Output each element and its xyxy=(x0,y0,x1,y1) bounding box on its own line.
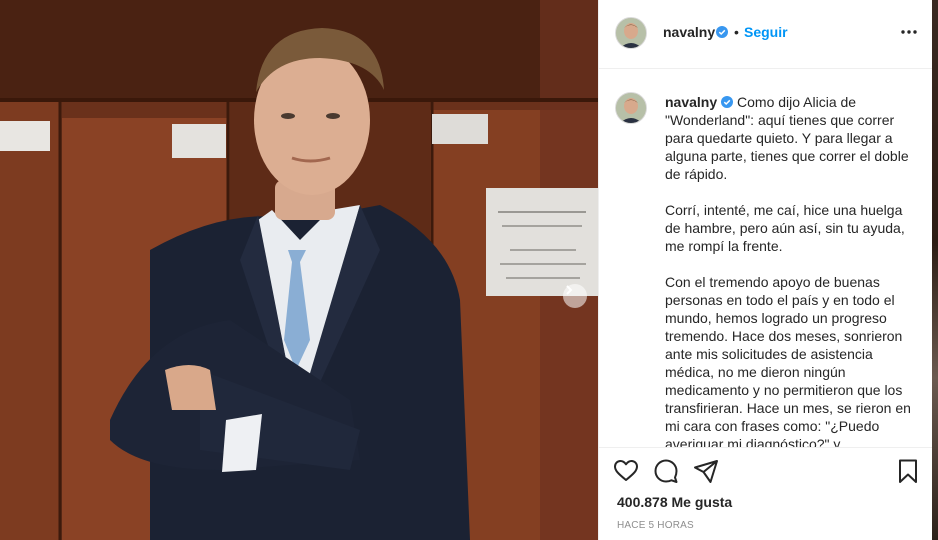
post-header: navalny • Seguir xyxy=(599,0,933,69)
profile-photo xyxy=(616,18,646,48)
heart-icon[interactable] xyxy=(613,458,639,484)
post-photo-illustration xyxy=(0,0,598,540)
separator: • xyxy=(734,24,739,40)
caption-text: navalny Como dijo Alicia de "Wonderland"… xyxy=(665,93,911,447)
background-edge xyxy=(932,0,938,540)
post-timestamp[interactable]: HACE 5 HORAS xyxy=(617,520,694,531)
caption-paragraph: navalny Como dijo Alicia de "Wonderland"… xyxy=(665,93,911,183)
caption-avatar[interactable] xyxy=(615,92,647,124)
caption-area[interactable]: navalny Como dijo Alicia de "Wonderland"… xyxy=(599,69,933,447)
chevron-right-icon xyxy=(566,285,573,295)
bookmark-icon[interactable] xyxy=(895,458,921,484)
post-actions: 400.878 Me gusta HACE 5 HORAS xyxy=(599,447,933,540)
username-link[interactable]: navalny xyxy=(663,24,715,40)
paper-plane-icon[interactable] xyxy=(693,458,719,484)
caption-paragraph-2: Corrí, intenté, me caí, hice una huelga … xyxy=(665,202,905,254)
caption-paragraph-3: Con el tremendo apoyo de buenas personas… xyxy=(665,274,911,447)
avatar[interactable] xyxy=(615,17,647,49)
follow-button[interactable]: Seguir xyxy=(744,24,788,40)
verified-badge-icon xyxy=(721,96,734,108)
caption-username[interactable]: navalny xyxy=(665,94,717,110)
profile-photo xyxy=(616,93,646,123)
verified-badge-icon xyxy=(716,26,728,38)
comment-icon[interactable] xyxy=(653,458,679,484)
post-photo[interactable] xyxy=(0,0,598,540)
next-photo-button[interactable] xyxy=(563,284,587,308)
likes-count[interactable]: 400.878 Me gusta xyxy=(617,494,732,510)
more-options-icon[interactable] xyxy=(899,22,919,42)
post-sidebar: navalny • Seguir navalny Como dijo Alici… xyxy=(598,0,933,540)
